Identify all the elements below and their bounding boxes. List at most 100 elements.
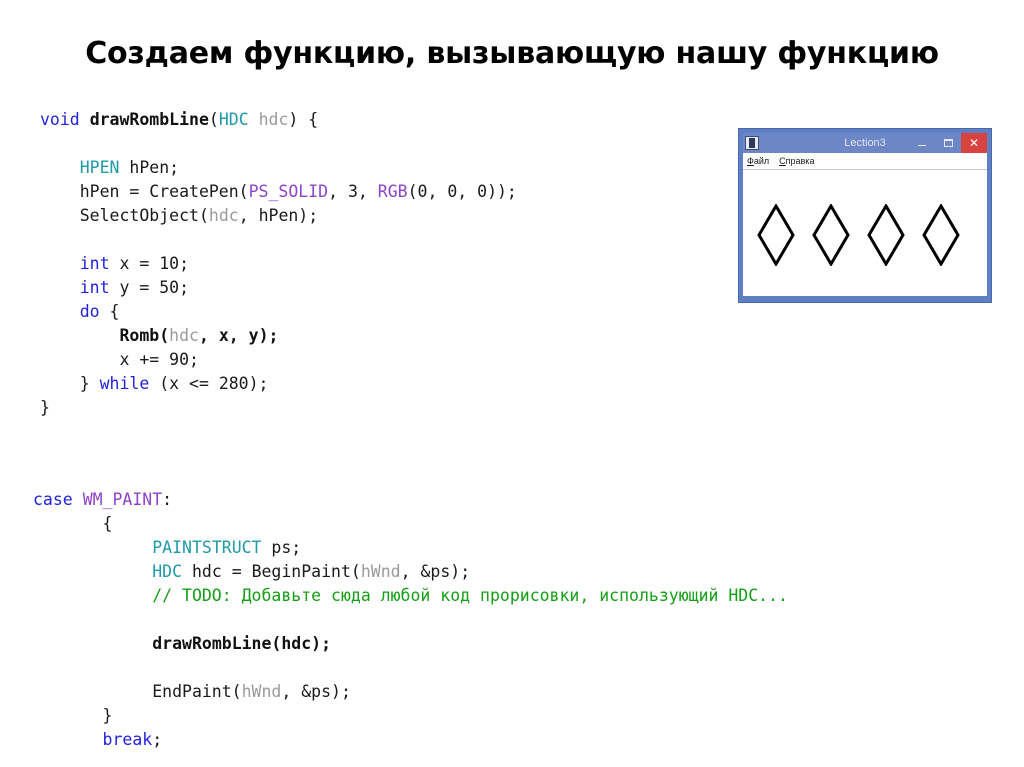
- code-token: break: [102, 730, 153, 749]
- code-token: hdc: [208, 206, 239, 225]
- menu-item-help-rest: правка: [785, 156, 815, 166]
- code-line: // TODO: Добавьте сюда любой код прорисо…: [33, 584, 788, 608]
- code-line: case WM_PAINT:: [33, 488, 788, 512]
- code-token: while: [99, 374, 150, 393]
- code-line: break;: [33, 728, 788, 752]
- code-line: HDC hdc = BeginPaint(hWnd, &ps);: [33, 560, 788, 584]
- code-token: hWnd: [241, 682, 282, 701]
- code-token: hPen = CreatePen(: [40, 182, 249, 201]
- code-line: } while (x <= 280);: [40, 372, 517, 396]
- window-titlebar[interactable]: Lection3 ✕: [743, 133, 987, 153]
- maximize-button[interactable]: [935, 133, 961, 153]
- code-line: drawRombLine(hdc);: [33, 632, 788, 656]
- code-token: }: [40, 374, 100, 393]
- code-token: PS_SOLID: [248, 182, 329, 201]
- app-window-preview: Lection3 ✕ Файл Справка: [738, 128, 992, 303]
- code-token: x += 90;: [40, 350, 199, 369]
- code-line: SelectObject(hdc, hPen);: [40, 204, 517, 228]
- code-token: {: [99, 302, 120, 321]
- code-token: (0, 0, 0));: [407, 182, 517, 201]
- code-block-draw-romb-line: void drawRombLine(HDC hdc) { HPEN hPen; …: [40, 108, 517, 420]
- code-token: int: [79, 278, 110, 297]
- code-token: drawRombLine: [89, 110, 209, 129]
- code-token: }: [40, 398, 50, 417]
- menu-item-file-mnemonic: Ф: [747, 156, 754, 166]
- code-token: HPEN: [79, 158, 120, 177]
- menu-item-file[interactable]: Файл: [747, 156, 769, 166]
- code-token: HDC: [152, 562, 183, 581]
- code-token: SelectObject(: [40, 206, 209, 225]
- code-token: , hPen);: [238, 206, 319, 225]
- code-token: void: [40, 110, 80, 129]
- code-line: EndPaint(hWnd, &ps);: [33, 680, 788, 704]
- code-line: void drawRombLine(HDC hdc) {: [40, 108, 517, 132]
- code-token: x = 10;: [109, 254, 190, 273]
- code-token: hdc: [258, 110, 289, 129]
- code-token: }: [33, 706, 113, 725]
- window-client-area: Файл Справка: [743, 153, 987, 296]
- code-token: (: [208, 110, 219, 129]
- code-token: Romb(: [119, 326, 170, 345]
- code-line: {: [33, 512, 788, 536]
- code-token: int: [79, 254, 110, 273]
- code-token: , 3,: [328, 182, 378, 201]
- romb-shape: [867, 203, 905, 271]
- page-title: Создаем функцию, вызывающую нашу функцию: [85, 36, 939, 71]
- code-token: HDC: [218, 110, 249, 129]
- code-line: x += 90;: [40, 348, 517, 372]
- minimize-button[interactable]: [909, 133, 935, 153]
- code-line: do {: [40, 300, 517, 324]
- code-line: }: [33, 704, 788, 728]
- romb-shape: [812, 203, 850, 271]
- code-token: do: [79, 302, 100, 321]
- code-token: // TODO: Добавьте сюда любой код прорисо…: [33, 586, 788, 605]
- menu-item-file-rest: айл: [753, 156, 770, 166]
- code-token: case: [33, 490, 73, 509]
- menu-item-help[interactable]: Справка: [779, 156, 814, 166]
- app-icon: [745, 136, 759, 150]
- code-token: :: [162, 490, 173, 509]
- code-token: WM_PAINT: [82, 490, 163, 509]
- code-line: Romb(hdc, x, y);: [40, 324, 517, 348]
- code-line: HPEN hPen;: [40, 156, 517, 180]
- code-token: ps;: [261, 538, 302, 557]
- close-icon[interactable]: ✕: [961, 133, 987, 153]
- code-token: hdc = BeginPaint(: [182, 562, 361, 581]
- code-token: , &ps);: [281, 682, 351, 701]
- code-token: ) {: [288, 110, 319, 129]
- window-menubar[interactable]: Файл Справка: [743, 153, 987, 170]
- code-token: y = 50;: [109, 278, 190, 297]
- code-token: EndPaint(: [33, 682, 242, 701]
- code-token: hPen;: [119, 158, 180, 177]
- code-token: drawRombLine(hdc);: [152, 634, 332, 653]
- code-token: ;: [152, 730, 163, 749]
- code-token: , &ps);: [400, 562, 471, 581]
- romb-shape: [922, 203, 960, 271]
- code-line: }: [40, 396, 517, 420]
- code-token: PAINTSTRUCT: [152, 538, 262, 557]
- romb-shape: [757, 203, 795, 271]
- code-token: , x, y);: [198, 326, 279, 345]
- code-block-wm-paint: case WM_PAINT: { PAINTSTRUCT ps; HDC hdc…: [33, 488, 788, 752]
- code-token: hWnd: [360, 562, 401, 581]
- code-line: int y = 50;: [40, 276, 517, 300]
- code-token: RGB: [377, 182, 408, 201]
- code-line: int x = 10;: [40, 252, 517, 276]
- code-token: (x <= 280);: [149, 374, 269, 393]
- code-line: PAINTSTRUCT ps;: [33, 536, 788, 560]
